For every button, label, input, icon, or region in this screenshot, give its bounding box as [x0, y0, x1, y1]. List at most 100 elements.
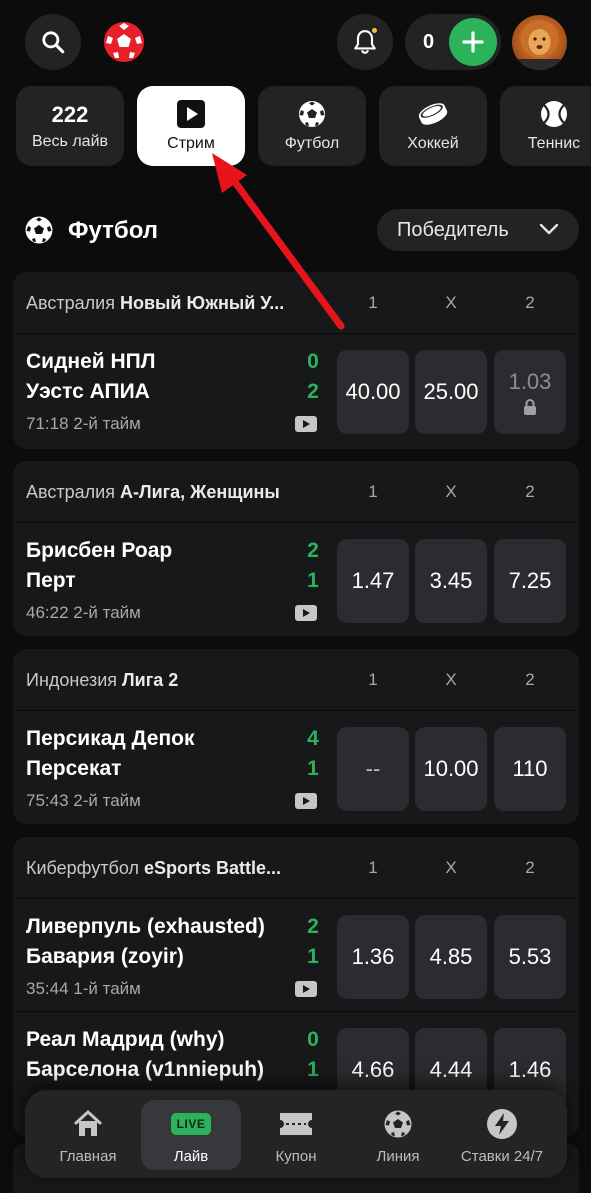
nav-home[interactable]: Главная: [38, 1100, 138, 1170]
market-dropdown-value: Победитель: [397, 218, 509, 241]
league-header[interactable]: Индонезия Лига 2 1 X 2: [13, 649, 579, 711]
chip-label: Хоккей: [407, 135, 459, 152]
league-country: Австралия: [26, 293, 115, 313]
odd-button-1[interactable]: 1.36: [337, 915, 409, 999]
play-icon: [176, 99, 206, 129]
chip-stream[interactable]: Стрим: [137, 86, 245, 166]
odds-header-2: 2: [525, 670, 535, 689]
team-away: Бавария (zoyir): [26, 945, 184, 968]
odds-header-x: X: [445, 858, 457, 877]
stream-icon[interactable]: [295, 793, 317, 809]
chip-football[interactable]: Футбол: [258, 86, 366, 166]
match-row[interactable]: Ливерпуль (exhausted) Бавария (zoyir) 2 …: [13, 899, 579, 1011]
chip-tennis[interactable]: Теннис: [500, 86, 591, 166]
league-card: Индонезия Лига 2 1 X 2 Персикад Депок Пе…: [13, 649, 579, 824]
nav-label: Ставки 24/7: [460, 1148, 544, 1165]
league-header[interactable]: Киберфутбол eSports Battle... 1 X 2: [13, 837, 579, 899]
match-row[interactable]: Брисбен Роар Перт 2 1 46:22 2-й тайм 1.4…: [13, 523, 579, 635]
chevron-down-icon: [539, 223, 559, 235]
odd-button-x[interactable]: 3.45: [415, 539, 487, 623]
odd-button-x[interactable]: 4.85: [415, 915, 487, 999]
odd-button-1-unavailable[interactable]: --: [337, 727, 409, 811]
odds-header-1: 1: [368, 858, 378, 877]
chip-label: Теннис: [527, 135, 581, 152]
team-away: Барселона (v1nniepuh): [26, 1058, 265, 1081]
live-badge-text: LIVE: [170, 1113, 212, 1135]
odd-value: 1.03: [508, 369, 552, 394]
odds-header-x: X: [445, 293, 457, 312]
league-name: Австралия Новый Южный У...: [26, 293, 284, 314]
match-row[interactable]: Сидней НПЛ Уэстс АПИА 0 2 71:18 2-й тайм…: [13, 334, 579, 446]
match-time: 46:22 2-й тайм: [26, 603, 141, 622]
team-home: Брисбен Роар: [26, 539, 173, 562]
odd-button-2-locked[interactable]: 1.03: [494, 350, 566, 434]
score-away: 1: [307, 1058, 319, 1081]
league-country: Австралия: [26, 482, 115, 502]
league-title: Лига 2: [122, 670, 179, 690]
stream-icon[interactable]: [295, 981, 317, 997]
lion-avatar-icon: [512, 20, 567, 70]
league-header[interactable]: Австралия А-Лига, Женщины 1 X 2: [13, 461, 579, 523]
team-home: Персикад Депок: [26, 727, 195, 750]
score-away: 1: [307, 757, 319, 780]
odd-button-x[interactable]: 25.00: [415, 350, 487, 434]
score-home: 2: [307, 915, 319, 938]
nav-live[interactable]: LIVE Лайв: [141, 1100, 241, 1170]
score-away: 1: [307, 569, 319, 592]
score-home: 0: [307, 1028, 319, 1051]
chip-label: Весь лайв: [31, 133, 109, 150]
league-country: Индонезия: [26, 670, 118, 690]
score-home: 4: [307, 727, 319, 750]
team-home: Реал Мадрид (why): [26, 1028, 225, 1051]
live-badge: LIVE: [170, 1108, 212, 1140]
odd-button-2[interactable]: 110: [494, 727, 566, 811]
avatar[interactable]: [512, 15, 567, 70]
nav-bets-24-7[interactable]: Ставки 24/7: [452, 1100, 552, 1170]
team-home: Сидней НПЛ: [26, 350, 156, 373]
tennis-ball-icon: [539, 99, 569, 129]
odds-header-x: X: [445, 670, 457, 689]
market-dropdown[interactable]: Победитель: [377, 209, 579, 251]
nav-line[interactable]: Линия: [348, 1100, 448, 1170]
coupon-icon: [277, 1108, 315, 1140]
nav-coupon[interactable]: Купон: [246, 1100, 346, 1170]
chip-all-live[interactable]: 222 Весь лайв: [16, 86, 124, 166]
brand-logo[interactable]: [104, 22, 144, 62]
match-row[interactable]: Персикад Депок Персекат 4 1 75:43 2-й та…: [13, 711, 579, 823]
league-header[interactable]: Австралия Новый Южный У... 1 X 2: [13, 272, 579, 334]
stream-icon[interactable]: [295, 416, 317, 432]
odd-button-2[interactable]: 7.25: [494, 539, 566, 623]
league-card: Австралия Новый Южный У... 1 X 2 Сидней …: [13, 272, 579, 449]
score-home: 0: [307, 350, 319, 373]
score-home: 2: [307, 539, 319, 562]
bottom-nav: Главная LIVE Лайв Купон Линия Ставки 24/…: [25, 1090, 567, 1178]
odd-button-1[interactable]: 40.00: [337, 350, 409, 434]
search-button[interactable]: [25, 14, 81, 70]
odds-header-1: 1: [368, 482, 378, 501]
odds-header-1: 1: [368, 670, 378, 689]
stream-icon[interactable]: [295, 605, 317, 621]
nav-label: Лайв: [173, 1148, 209, 1165]
league-title: eSports Battle...: [143, 858, 281, 878]
soccer-ball-logo-icon: [104, 22, 144, 62]
league-name: Индонезия Лига 2: [26, 670, 178, 691]
league-title: Новый Южный У...: [119, 293, 285, 313]
nav-label: Купон: [275, 1148, 317, 1165]
notification-dot: [370, 26, 379, 35]
balance-widget[interactable]: 0: [405, 14, 501, 70]
soccer-ball-icon: [297, 99, 327, 129]
odd-button-1[interactable]: 1.47: [337, 539, 409, 623]
deposit-button[interactable]: [449, 18, 497, 66]
chip-hockey[interactable]: Хоккей: [379, 86, 487, 166]
notifications-button[interactable]: [337, 14, 393, 70]
odd-button-2[interactable]: 5.53: [494, 915, 566, 999]
match-time: 35:44 1-й тайм: [26, 979, 141, 998]
match-time: 75:43 2-й тайм: [26, 791, 141, 810]
odds-header-2: 2: [525, 858, 535, 877]
lightning-icon: [486, 1108, 518, 1140]
soccer-ball-icon: [383, 1108, 413, 1140]
live-count: 222: [51, 102, 89, 127]
section-title: Футбол: [68, 217, 159, 244]
odd-button-x[interactable]: 10.00: [415, 727, 487, 811]
team-away: Уэстс АПИА: [26, 380, 150, 403]
